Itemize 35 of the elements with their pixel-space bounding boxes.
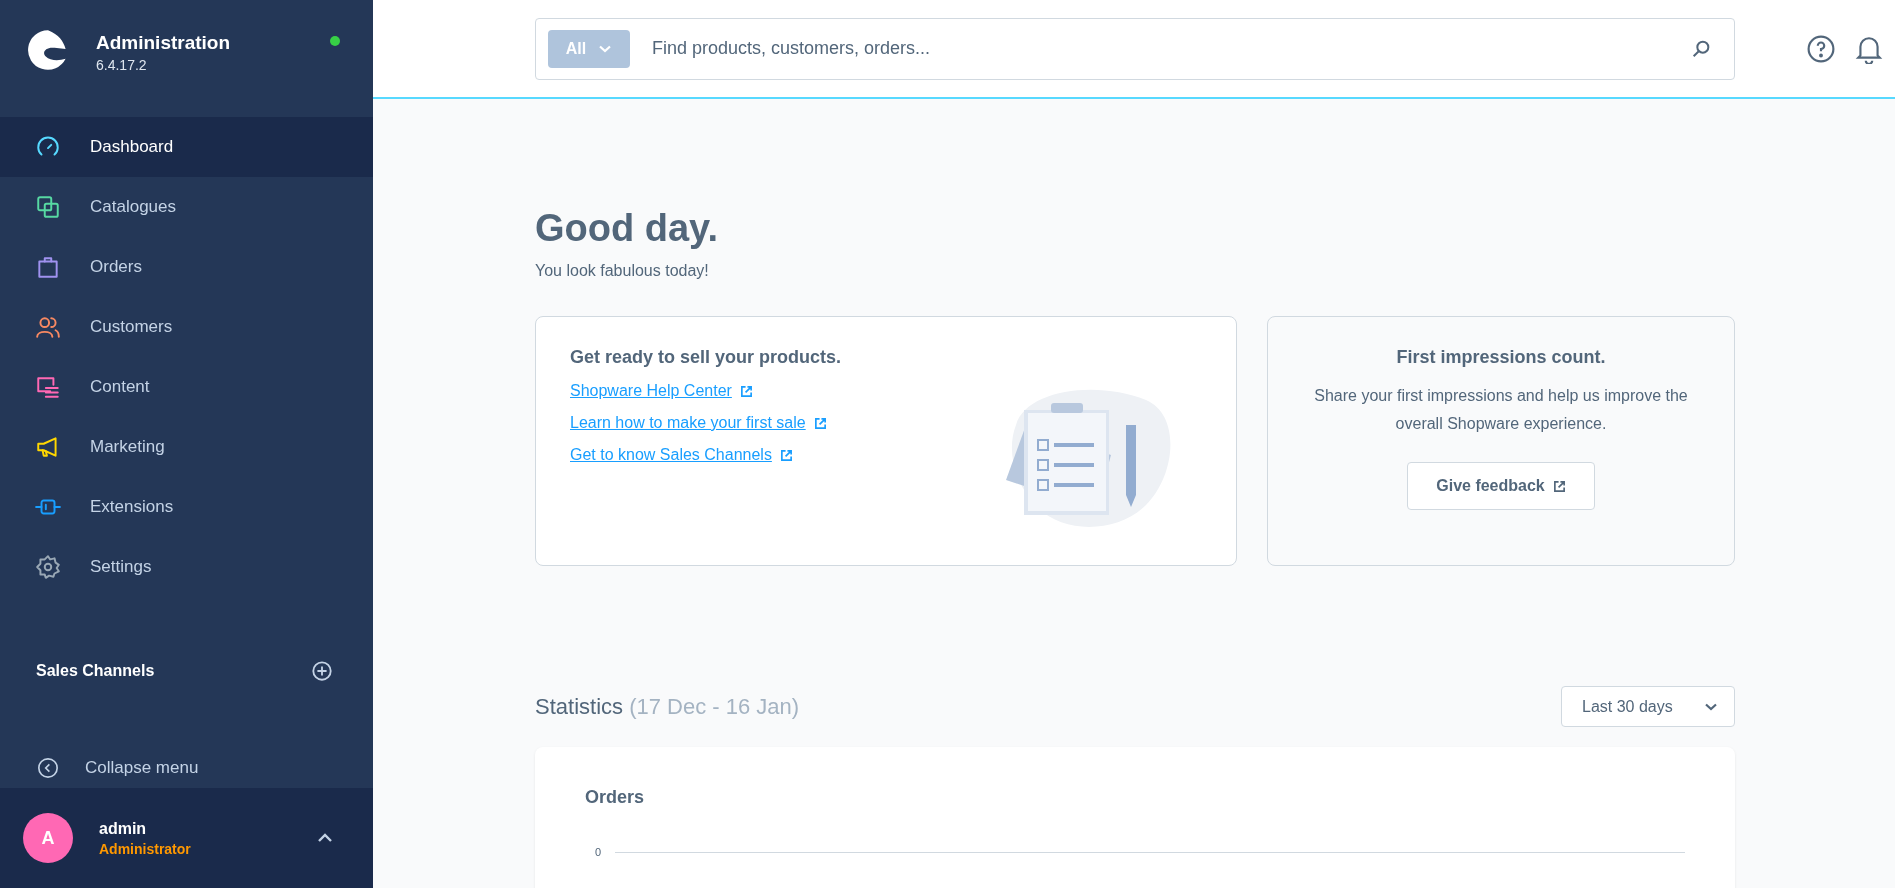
chevron-down-icon bbox=[1704, 702, 1718, 711]
nav-item[interactable]: Extensions bbox=[0, 477, 373, 537]
nav-item[interactable]: Dashboard bbox=[0, 117, 373, 177]
user-name: admin bbox=[99, 819, 148, 838]
chart-title: Orders bbox=[585, 787, 646, 808]
external-link-icon bbox=[779, 448, 793, 462]
chevron-up-icon[interactable] bbox=[317, 833, 333, 843]
external-link-icon bbox=[739, 384, 753, 398]
nav-item[interactable]: Marketing bbox=[0, 417, 373, 477]
collapse-menu-link[interactable]: Collapse menu bbox=[0, 757, 373, 779]
chevron-down-icon bbox=[598, 44, 613, 53]
feedback-text: Share your first impressions and help us improve the overall Shopware experience. bbox=[1313, 386, 1689, 434]
external-link-icon bbox=[813, 416, 827, 430]
nav-item[interactable]: Content bbox=[0, 357, 373, 417]
avatar: A bbox=[23, 813, 73, 863]
section-heading: Sales Channels bbox=[36, 662, 155, 680]
app-title: Administration bbox=[96, 32, 231, 54]
card-title: Get ready to sell your products. bbox=[570, 347, 842, 368]
period-dropdown[interactable]: Last 30 days bbox=[1561, 686, 1735, 727]
external-link-icon bbox=[1552, 479, 1566, 493]
nav-item[interactable]: Catalogues bbox=[0, 177, 373, 237]
nav-item[interactable]: Orders bbox=[0, 237, 373, 297]
add-icon[interactable] bbox=[311, 660, 333, 682]
chevron-left-icon bbox=[37, 757, 59, 779]
help-icon[interactable] bbox=[1807, 34, 1835, 63]
nav-item[interactable]: Customers bbox=[0, 297, 373, 357]
nav-item[interactable]: Settings bbox=[0, 537, 373, 597]
card-title: First impressions count. bbox=[1396, 347, 1606, 368]
version-label: 6.4.17.2 bbox=[96, 57, 148, 73]
feedback-button[interactable]: Give feedback bbox=[1407, 462, 1595, 510]
greeting-subtitle: You look fabulous today! bbox=[535, 262, 710, 280]
user-role: Administrator bbox=[99, 840, 192, 857]
axis-tick-label: 0 bbox=[595, 846, 602, 858]
statistics-title: Statistics (17 Dec - 16 Jan) bbox=[535, 693, 800, 720]
greeting-title: Good day. bbox=[535, 207, 719, 250]
